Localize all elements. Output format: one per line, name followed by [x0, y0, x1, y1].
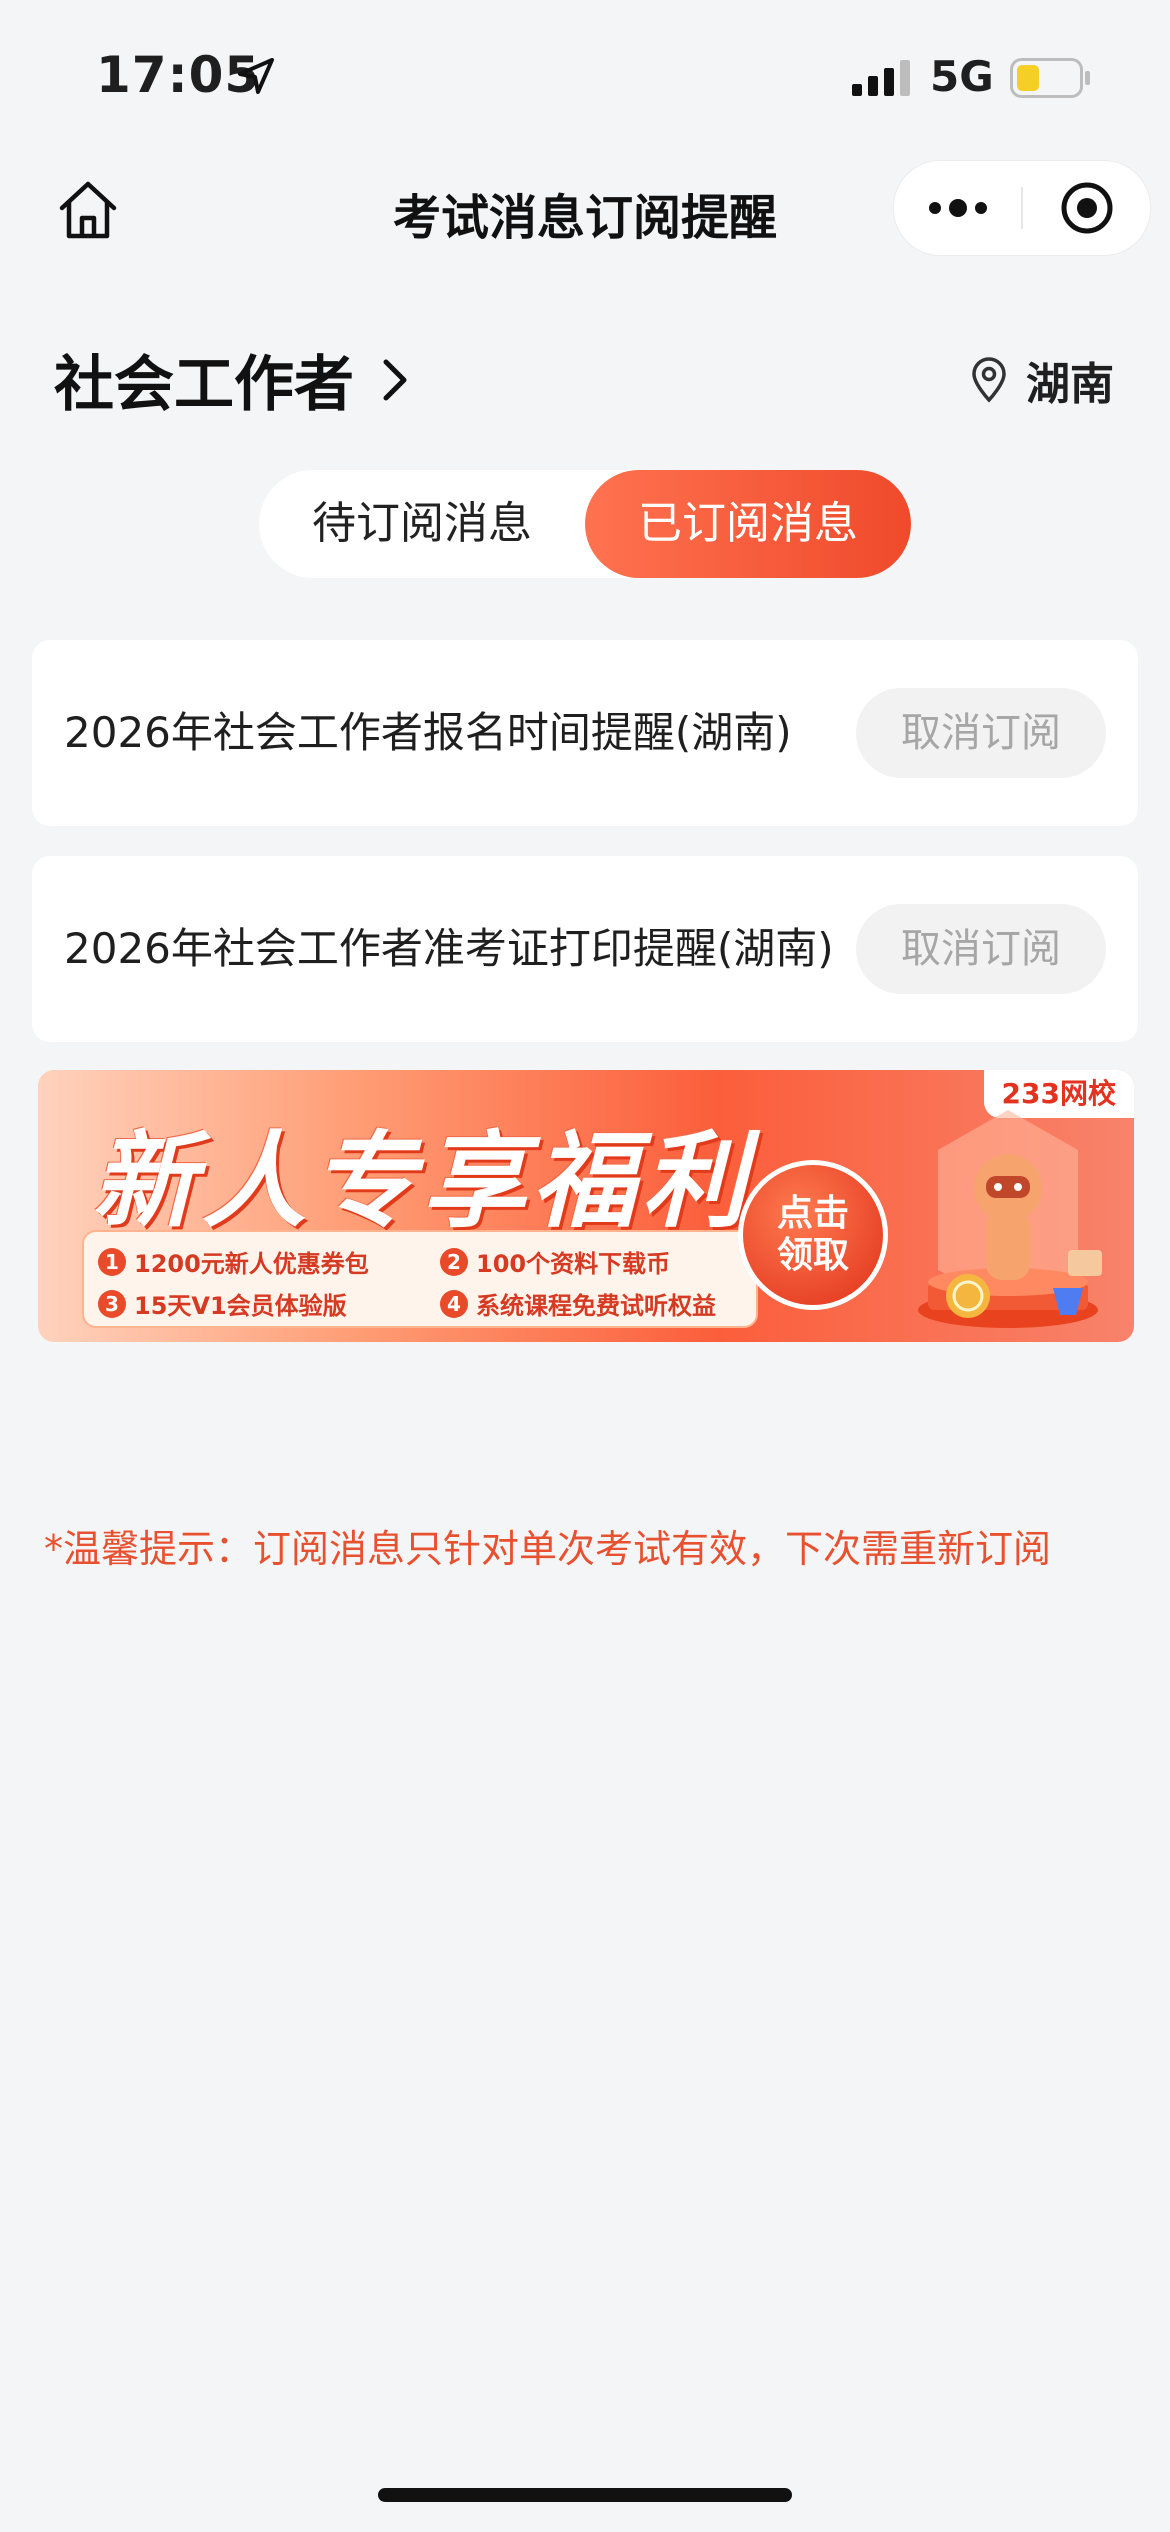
promo-banner[interactable]: 233网校 新人专享福利 1 1200元新人优惠券包 2 100个资料下载币 3… [38, 1070, 1134, 1342]
perks-list: 1 1200元新人优惠券包 2 100个资料下载币 3 15天V1会员体验版 4… [82, 1230, 758, 1328]
perk-item: 4 系统课程免费试听权益 [440, 1286, 716, 1321]
subscription-hint: *温馨提示：订阅消息只针对单次考试有效，下次需重新订阅 [44, 1527, 1052, 1571]
category-header: 社会工作者 湖南 [0, 320, 1170, 430]
close-mini-program-button[interactable] [1023, 161, 1150, 255]
network-type: 5G [930, 52, 994, 101]
status-bar: 17:05 5G [0, 0, 1170, 150]
tab-pending[interactable]: 待订阅消息 [259, 470, 585, 578]
category-label: 社会工作者 [54, 350, 354, 420]
region-label: 湖南 [1026, 359, 1114, 410]
location-arrow-icon [238, 58, 274, 94]
nav-bar: 考试消息订阅提醒 [0, 150, 1170, 275]
chevron-right-icon [383, 359, 407, 400]
target-icon [1061, 182, 1112, 234]
claim-button[interactable]: 点击 领取 [738, 1160, 888, 1310]
perk-item: 2 100个资料下载币 [440, 1244, 670, 1279]
more-icon [925, 199, 991, 217]
subscription-tabs: 待订阅消息 已订阅消息 [259, 470, 911, 578]
location-pin-icon [972, 357, 1006, 403]
subscription-title: 2026年社会工作者准考证打印提醒(湖南) [64, 924, 834, 973]
region-selector[interactable]: 湖南 [970, 348, 1114, 412]
cancel-subscription-button[interactable]: 取消订阅 [856, 688, 1106, 778]
perk-item: 3 15天V1会员体验版 [98, 1286, 347, 1321]
subscription-card: 2026年社会工作者报名时间提醒(湖南) 取消订阅 [32, 640, 1138, 826]
home-indicator[interactable] [378, 2488, 792, 2502]
cellular-signal-icon [852, 60, 910, 96]
more-button[interactable] [894, 161, 1021, 255]
mini-program-capsule [893, 160, 1151, 256]
tab-subscribed[interactable]: 已订阅消息 [585, 470, 911, 578]
battery-icon [1010, 58, 1090, 98]
banner-headline: 新人专享福利 [92, 1120, 753, 1242]
subscription-card: 2026年社会工作者准考证打印提醒(湖南) 取消订阅 [32, 856, 1138, 1042]
category-selector[interactable]: 社会工作者 [54, 336, 410, 423]
perk-item: 1 1200元新人优惠券包 [98, 1244, 369, 1279]
subscription-title: 2026年社会工作者报名时间提醒(湖南) [64, 708, 792, 757]
mascot-trophy-icon [918, 1110, 1102, 1328]
cancel-subscription-button[interactable]: 取消订阅 [856, 904, 1106, 994]
